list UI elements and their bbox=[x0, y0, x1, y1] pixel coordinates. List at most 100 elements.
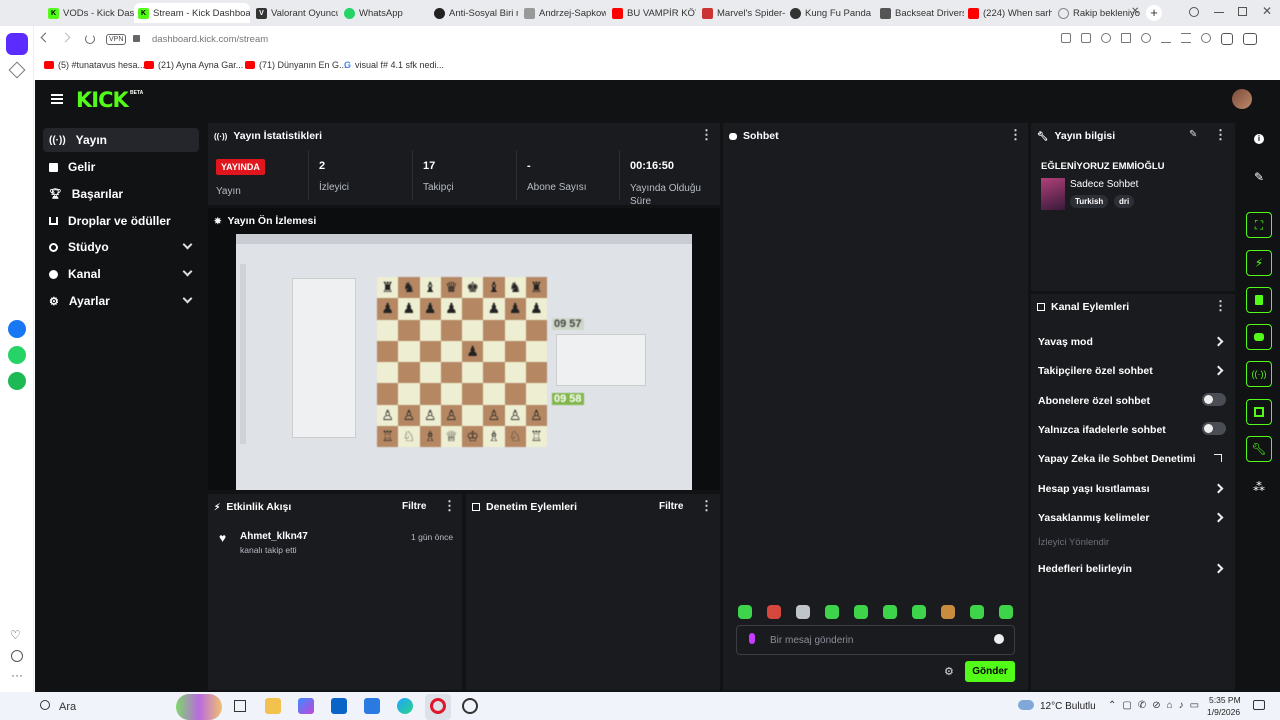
emote-button[interactable] bbox=[883, 605, 897, 619]
bookmark-item[interactable]: Gvisual f# 4.1 sfk nedi... bbox=[344, 60, 444, 70]
store-icon[interactable] bbox=[364, 698, 380, 714]
action-set-goals[interactable]: Hedefleri belirleyin bbox=[1038, 563, 1228, 575]
search-icon[interactable] bbox=[40, 700, 50, 710]
download-icon[interactable] bbox=[1161, 33, 1171, 43]
emote-button[interactable] bbox=[796, 605, 810, 619]
emote-button[interactable] bbox=[738, 605, 752, 619]
tab-valorant[interactable]: V Valorant Oyuncu A: bbox=[252, 3, 338, 23]
nav-item-ayarlar[interactable]: ⚙ Ayarlar bbox=[43, 289, 199, 313]
moderation-icon[interactable] bbox=[1246, 399, 1272, 425]
play-icon[interactable] bbox=[1121, 33, 1131, 43]
copilot-icon[interactable] bbox=[298, 698, 314, 714]
weather-text[interactable]: 12°C Bulutlu bbox=[1040, 701, 1096, 712]
nav-item-yayin[interactable]: ((·)) Yayın bbox=[43, 128, 199, 152]
outlook-icon[interactable] bbox=[331, 698, 347, 714]
tab-stream[interactable]: K Stream - Kick Dashboard bbox=[134, 3, 250, 23]
messenger-icon[interactable] bbox=[8, 320, 26, 338]
stream-info-menu-icon[interactable]: ⋮ bbox=[1214, 128, 1227, 141]
stats-menu-icon[interactable]: ⋮ bbox=[700, 128, 713, 141]
action-followers-only[interactable]: Takipçilere özel sohbet bbox=[1038, 365, 1228, 377]
maximize-button[interactable] bbox=[1238, 7, 1247, 16]
emote-button[interactable] bbox=[854, 605, 868, 619]
subscribers-only-toggle[interactable] bbox=[1202, 393, 1226, 406]
edit-icon[interactable]: ✎ bbox=[1189, 129, 1197, 140]
close-tab-icon[interactable]: ✕ bbox=[1131, 6, 1139, 17]
scan-icon[interactable]: ⛶ bbox=[1246, 212, 1272, 238]
shield-icon[interactable] bbox=[1101, 33, 1111, 43]
home-icon[interactable] bbox=[6, 33, 28, 55]
nav-item-kanal[interactable]: Kanal bbox=[43, 262, 199, 286]
send-button[interactable]: Gönder bbox=[965, 661, 1015, 682]
tag-chip[interactable]: Turkish bbox=[1070, 195, 1109, 208]
snap-icon[interactable] bbox=[1061, 33, 1071, 43]
wrench-icon[interactable]: 🔧︎ bbox=[1246, 436, 1272, 462]
emote-button[interactable] bbox=[912, 605, 926, 619]
edge-icon[interactable] bbox=[397, 698, 413, 714]
category-name[interactable]: Sadece Sohbet bbox=[1070, 179, 1138, 190]
broadcast-icon[interactable]: ((·)) bbox=[1246, 361, 1272, 387]
tab-sapkowski[interactable]: Andrzej-Sapkowski bbox=[520, 3, 606, 23]
moderation-menu-icon[interactable]: ⋮ bbox=[700, 499, 713, 512]
camera-icon[interactable] bbox=[1081, 33, 1091, 43]
action-banned-words[interactable]: Yasaklanmış kelimeler bbox=[1038, 512, 1228, 524]
chess-app-icon[interactable] bbox=[462, 698, 478, 714]
new-tab-button[interactable]: + bbox=[1146, 5, 1162, 21]
tab-sarhos[interactable]: (224) When sarhoş bbox=[964, 3, 1052, 23]
activity-user[interactable]: Ahmet_klkn47 bbox=[240, 531, 308, 542]
extension-icon[interactable] bbox=[1221, 33, 1233, 45]
mic-icon[interactable] bbox=[749, 633, 755, 644]
bookmark-item[interactable]: (71) Dünyanın En G... bbox=[245, 60, 347, 70]
clock-time[interactable]: 5:35 PM bbox=[1209, 695, 1241, 705]
emote-button[interactable] bbox=[941, 605, 955, 619]
notification-icon[interactable] bbox=[1253, 700, 1265, 710]
kick-logo[interactable]: KICK bbox=[76, 88, 129, 112]
chat-input[interactable]: Bir mesaj gönderin bbox=[770, 635, 853, 646]
emote-button[interactable] bbox=[970, 605, 984, 619]
document-icon[interactable] bbox=[1246, 287, 1272, 313]
minimize-button[interactable] bbox=[1214, 12, 1224, 13]
spotify-icon[interactable] bbox=[8, 372, 26, 390]
emote-button[interactable] bbox=[999, 605, 1013, 619]
add-widget-icon[interactable]: ⁂ bbox=[1246, 474, 1272, 500]
action-ai-moderation[interactable]: Yapay Zeka ile Sohbet Denetimi bbox=[1038, 453, 1228, 465]
tab-threads[interactable]: Anti-Sosyal Biri mis bbox=[430, 3, 518, 23]
moderation-filter-button[interactable]: Filtre bbox=[659, 501, 683, 512]
emote-button[interactable] bbox=[767, 605, 781, 619]
reload-icon[interactable] bbox=[85, 34, 95, 44]
tab-backseat[interactable]: Backseat Drivers St bbox=[876, 3, 964, 23]
chat-menu-icon[interactable]: ⋮ bbox=[1009, 128, 1022, 141]
file-explorer-icon[interactable] bbox=[265, 698, 281, 714]
back-icon[interactable] bbox=[40, 32, 51, 43]
nav-item-droplar[interactable]: Droplar ve ödüller bbox=[43, 209, 199, 233]
vpn-badge[interactable]: VPN bbox=[106, 34, 127, 45]
search-tabs-icon[interactable] bbox=[1189, 7, 1199, 17]
tab-spiderman[interactable]: Marvel's Spider-Ma bbox=[698, 3, 786, 23]
tab-rakip[interactable]: Rakip bekleniyor - bbox=[1054, 3, 1140, 23]
whatsapp-icon[interactable] bbox=[8, 346, 26, 364]
ai-icon[interactable] bbox=[1243, 33, 1257, 45]
clock-date[interactable]: 1/9/2026 bbox=[1207, 707, 1240, 717]
bookmark-item[interactable]: (21) Ayna Ayna Gar... bbox=[144, 60, 243, 70]
nav-item-gelir[interactable]: Gelir bbox=[43, 155, 199, 179]
history-icon[interactable] bbox=[11, 650, 23, 662]
pinboard-icon[interactable] bbox=[8, 61, 26, 79]
activity-menu-icon[interactable]: ⋮ bbox=[443, 499, 456, 512]
taskbar-search[interactable]: Ara bbox=[59, 701, 76, 713]
menu-icon[interactable] bbox=[1181, 33, 1191, 43]
nav-item-studyo[interactable]: Stüdyo bbox=[43, 235, 199, 259]
action-account-age[interactable]: Hesap yaşı kısıtlaması bbox=[1038, 483, 1228, 495]
tab-vampir[interactable]: BU VAMPİR KÖYLÜ bbox=[608, 3, 696, 23]
tag-chip[interactable]: dri bbox=[1114, 195, 1135, 208]
forward-icon[interactable] bbox=[60, 32, 71, 43]
emoji-icon[interactable] bbox=[994, 634, 1004, 644]
activity-filter-button[interactable]: Filtre bbox=[402, 501, 426, 512]
profile-icon[interactable] bbox=[1201, 33, 1211, 43]
chat-icon[interactable] bbox=[1246, 324, 1272, 350]
url-field[interactable]: dashboard.kick.com/stream bbox=[152, 34, 268, 45]
more-icon[interactable]: ··· bbox=[11, 668, 23, 682]
heart-icon[interactable]: ♡ bbox=[10, 628, 21, 642]
action-slow-mode[interactable]: Yavaş mod bbox=[1038, 336, 1228, 348]
info-icon[interactable]: i bbox=[1246, 126, 1272, 152]
heart-icon[interactable] bbox=[1141, 33, 1151, 43]
tab-whatsapp[interactable]: WhatsApp bbox=[340, 3, 426, 23]
